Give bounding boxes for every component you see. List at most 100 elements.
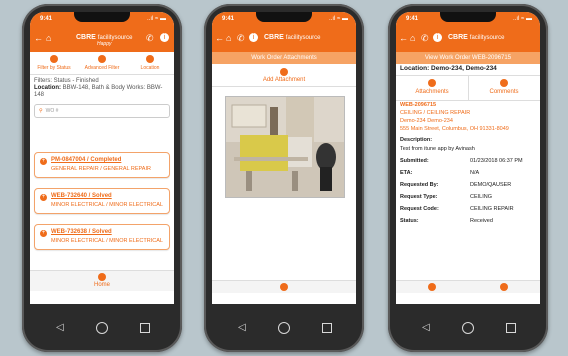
brand-name: CBRE — [448, 34, 468, 41]
brand-sub: facilitysource — [285, 35, 321, 41]
back-circle-icon[interactable] — [500, 283, 508, 291]
brand-sub: facilitysource — [469, 35, 505, 41]
home-circle-icon[interactable] — [280, 283, 288, 291]
home-button[interactable]: Home — [30, 270, 174, 291]
nav-home-icon[interactable] — [96, 322, 108, 334]
tab-attachments[interactable]: Attachments — [396, 76, 469, 100]
phone-frame-view-work-order: 9:41 ..ıl ≈ ▬ ← ⌂ ✆ i CBRE facilitysourc… — [388, 4, 548, 352]
location-key: Location: — [34, 85, 61, 91]
work-order-card[interactable]: + PM-0847004 / Completed GENERAL REPAIR … — [34, 152, 170, 178]
page-title: View Work Order WEB-2096715 — [396, 52, 540, 64]
nav-home-icon[interactable] — [462, 322, 474, 334]
detail-key: Request Code: — [400, 206, 439, 212]
android-nav-bar: ◁ — [388, 304, 548, 352]
work-order-title[interactable]: WEB-732638 / Solved — [51, 229, 112, 235]
info-icon[interactable]: i — [433, 33, 442, 42]
expand-plus-icon[interactable]: + — [40, 230, 47, 237]
advanced-filter-button[interactable]: Advanced Filter — [78, 52, 126, 74]
location-button[interactable]: Location — [126, 52, 174, 74]
screen-attachments: 9:41 ..ıl ≈ ▬ ← ⌂ ✆ i CBRE facilitysourc… — [212, 12, 356, 304]
home-circle-icon — [98, 273, 106, 281]
filter-icon — [50, 55, 58, 63]
expand-plus-icon[interactable]: + — [40, 158, 47, 165]
comment-icon — [500, 79, 508, 87]
add-attachment-button[interactable]: Add Attachment — [212, 66, 356, 87]
signal-icon: ..ıl ≈ ▬ — [513, 16, 532, 22]
nav-back-icon[interactable]: ◁ — [56, 322, 64, 333]
info-icon[interactable]: i — [249, 33, 258, 42]
app-header: ← ⌂ CBRE facilitysource Happy ✆ i — [30, 26, 174, 52]
work-order-category: MINOR ELECTRICAL / MINOR ELECTRICAL — [51, 238, 163, 244]
phone-icon[interactable]: ✆ — [146, 33, 154, 43]
nav-home-icon[interactable] — [278, 322, 290, 334]
advanced-filter-label: Advanced Filter — [84, 65, 120, 71]
tab-comments-label: Comments — [489, 89, 519, 95]
brand-logo: CBRE facilitysource Happy — [76, 34, 132, 47]
phone-frame-attachments: 9:41 ..ıl ≈ ▬ ← ⌂ ✆ i CBRE facilitysourc… — [204, 4, 364, 352]
detail-key: Request Type: — [400, 194, 438, 200]
info-icon[interactable]: i — [160, 33, 169, 42]
nav-back-icon[interactable]: ◁ — [238, 322, 246, 333]
tab-comments[interactable]: Comments — [468, 76, 540, 100]
work-order-location: Location: Demo-234, Demo-234 — [400, 65, 497, 72]
nav-back-icon[interactable]: ◁ — [422, 322, 430, 333]
detail-value: Received — [470, 218, 493, 224]
description-value: Test from itune app by Avinash — [400, 146, 475, 152]
brand-tagline: Happy — [97, 41, 112, 47]
work-order-title[interactable]: WEB-732640 / Solved — [51, 193, 112, 199]
brand-name: CBRE — [264, 34, 284, 41]
status-time: 9:41 — [406, 16, 419, 22]
detail-value: CEILING — [470, 194, 493, 200]
detail-value: 01/23/2018 06:37 PM — [470, 158, 523, 164]
detail-value: DEMO/QAUSER — [470, 182, 512, 188]
location-label: Location — [140, 65, 160, 71]
work-order-category: GENERAL REPAIR / GENERAL REPAIR — [51, 166, 151, 172]
phone-icon[interactable]: ✆ — [237, 33, 245, 43]
brand-logo: CBRE facilitysource — [448, 34, 504, 41]
phone-icon[interactable]: ✆ — [421, 33, 429, 43]
home-circle-icon[interactable] — [428, 283, 436, 291]
wo-search-placeholder: WO # — [45, 108, 59, 114]
detail-value: CEILING REPAIR — [470, 206, 514, 212]
notch — [256, 12, 312, 22]
home-label: Home — [93, 282, 110, 288]
wo-category: CEILING / CEILING REPAIR — [400, 110, 471, 116]
home-icon[interactable]: ⌂ — [46, 33, 51, 43]
phone-frame-work-orders: 9:41 ..ıl ≈ ▬ ← ⌂ CBRE facilitysource Ha… — [22, 4, 182, 352]
nav-recent-icon[interactable] — [322, 323, 332, 333]
detail-key: Submitted: — [400, 158, 429, 164]
bottom-action-bar — [396, 280, 540, 293]
detail-key: Requested By: — [400, 182, 439, 188]
nav-recent-icon[interactable] — [506, 323, 516, 333]
wo-site: Demo-234 Demo-234 — [400, 118, 453, 124]
screen-view-work-order: 9:41 ..ıl ≈ ▬ ← ⌂ ✆ i CBRE facilitysourc… — [396, 12, 540, 304]
home-icon[interactable]: ⌂ — [226, 33, 231, 43]
work-order-card[interactable]: + WEB-732640 / Solved MINOR ELECTRICAL /… — [34, 188, 170, 214]
back-arrow-icon[interactable]: ← — [215, 33, 224, 43]
status-time: 9:41 — [40, 16, 53, 22]
expand-plus-icon[interactable]: + — [40, 194, 47, 201]
filter-summary: Filters: Status - Finished Location: BBW… — [34, 78, 170, 99]
magnifier-icon: ⚲ — [39, 108, 43, 114]
signal-icon: ..ıl ≈ ▬ — [147, 16, 166, 22]
nav-recent-icon[interactable] — [140, 323, 150, 333]
office-photo-icon — [226, 97, 344, 197]
work-order-title[interactable]: PM-0847004 / Completed — [51, 157, 121, 163]
wo-search-input[interactable]: ⚲ WO # — [34, 104, 170, 118]
back-arrow-icon[interactable]: ← — [399, 33, 408, 43]
description-label: Description: — [400, 137, 433, 143]
filter-by-status-label: Filter by Status — [37, 65, 71, 71]
attachment-photo[interactable] — [225, 96, 345, 198]
brand-logo: CBRE facilitysource — [264, 34, 320, 41]
home-icon[interactable]: ⌂ — [410, 33, 415, 43]
back-arrow-icon[interactable]: ← — [34, 33, 43, 43]
filter-line: Filters: Status - Finished — [34, 78, 99, 84]
signal-icon: ..ıl ≈ ▬ — [329, 16, 348, 22]
wo-number: WEB-2096715 — [400, 102, 437, 108]
pin-icon — [146, 55, 154, 63]
work-order-card[interactable]: + WEB-732638 / Solved MINOR ELECTRICAL /… — [34, 224, 170, 250]
detail-key: ETA: — [400, 170, 413, 176]
filter-by-status-button[interactable]: Filter by Status — [30, 52, 78, 74]
brand-name: CBRE — [76, 34, 96, 41]
app-header: ← ⌂ ✆ i CBRE facilitysource — [396, 26, 540, 52]
